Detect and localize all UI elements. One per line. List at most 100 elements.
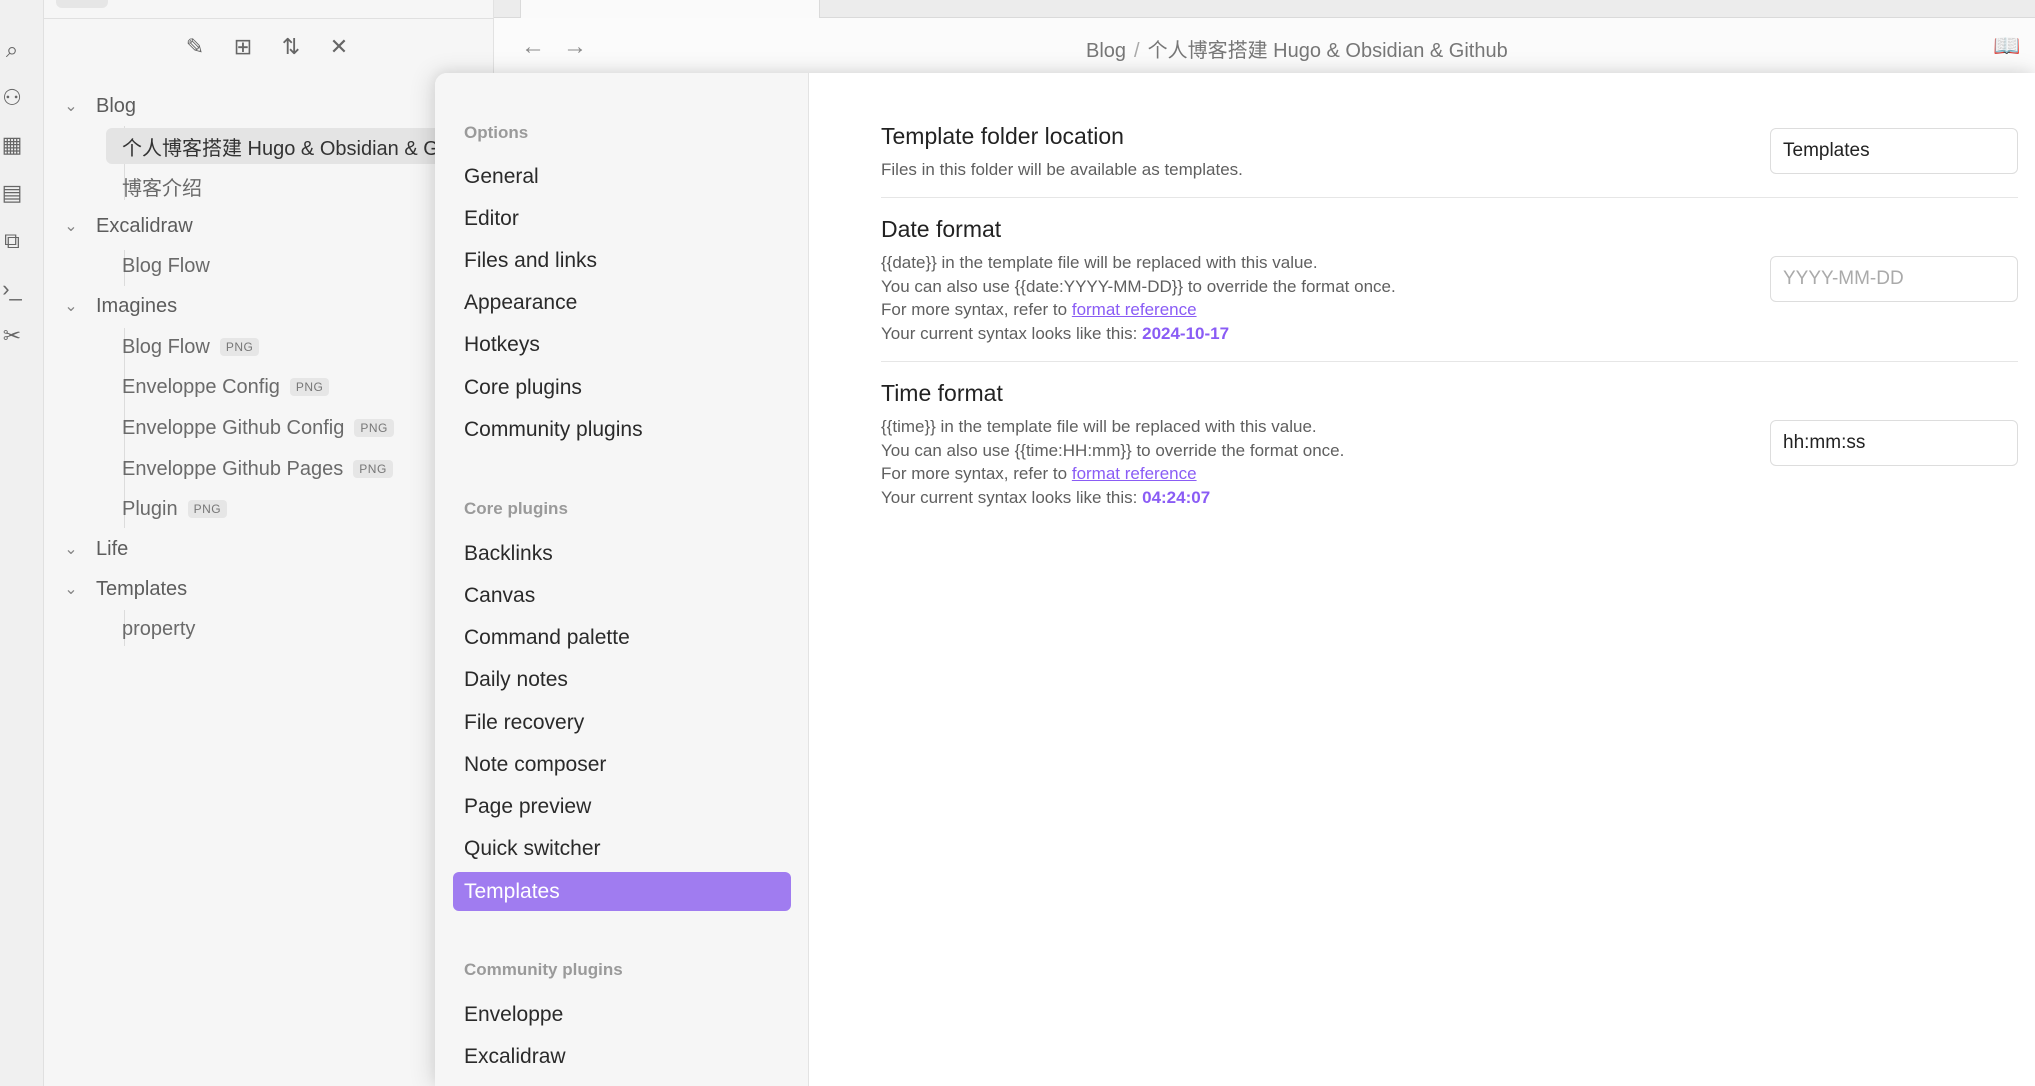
nav-item-enveloppe[interactable]: Enveloppe xyxy=(453,995,791,1034)
template-folder-input[interactable] xyxy=(1770,128,2018,174)
file-type-badge: PNG xyxy=(354,419,394,437)
file-type-badge: PNG xyxy=(187,500,228,518)
description-line: Your current syntax looks like this: 202… xyxy=(881,322,2018,346)
file-item[interactable]: Plugin PNG xyxy=(122,491,228,527)
description-line: Your current syntax looks like this: 04:… xyxy=(881,486,2018,510)
explorer-top-tab[interactable] xyxy=(56,0,108,8)
file-type-badge: PNG xyxy=(289,378,330,396)
nav-item-community-plugins[interactable]: Community plugins xyxy=(453,410,791,449)
time-preview: 04:24:07 xyxy=(1142,487,1211,507)
file-label: Plugin xyxy=(122,497,178,520)
sort-icon[interactable]: ⇅ xyxy=(278,34,304,60)
nav-item-file-recovery[interactable]: File recovery xyxy=(453,703,791,742)
file-label: Enveloppe Github Config xyxy=(122,416,345,439)
nav-group-title: Community plugins xyxy=(464,960,623,979)
nav-item-templates[interactable]: Templates xyxy=(453,872,791,911)
nav-item-core-plugins[interactable]: Core plugins xyxy=(453,368,791,407)
chevron-down-icon: ⌄ xyxy=(64,298,78,315)
explorer-actions: ✎ ⊞ ⇅ ✕ xyxy=(182,34,352,60)
nav-item-backlinks[interactable]: Backlinks xyxy=(453,534,791,573)
nav-item-note-composer[interactable]: Note composer xyxy=(453,745,791,784)
editor-tab[interactable] xyxy=(520,0,820,18)
nav-item-daily-notes[interactable]: Daily notes xyxy=(453,660,791,699)
file-item[interactable]: property xyxy=(122,611,195,647)
copy-files-icon[interactable]: ⧉ xyxy=(0,227,24,255)
format-reference-link[interactable]: format reference xyxy=(1072,464,1197,483)
nav-item-files-and-links[interactable]: Files and links xyxy=(453,241,791,280)
folder-life[interactable]: ⌄ Life xyxy=(60,531,128,567)
setting-name: Time format xyxy=(881,380,1003,406)
folder-label: Templates xyxy=(96,577,188,600)
file-type-badge: PNG xyxy=(353,460,393,478)
settings-modal: Options General Editor Files and links A… xyxy=(435,73,2035,1086)
file-label: Enveloppe Github Pages xyxy=(122,457,344,480)
file-item[interactable]: Blog Flow xyxy=(122,248,210,284)
setting-date-format: Date format {{date}} in the template fil… xyxy=(881,216,2018,362)
nav-group-title: Core plugins xyxy=(464,499,568,518)
nav-item-command-palette[interactable]: Command palette xyxy=(453,618,791,657)
setting-template-folder: Template folder location Files in this f… xyxy=(881,123,2018,198)
nav-item-general[interactable]: General xyxy=(453,157,791,196)
file-item[interactable]: 博客介绍 xyxy=(122,168,202,204)
forward-arrow-icon[interactable]: → xyxy=(560,32,590,62)
left-ribbon: ⌕ ⚇ ▦ ▤ ⧉ ›_ ✂ xyxy=(0,0,44,1086)
new-folder-icon[interactable]: ⊞ xyxy=(230,34,256,60)
file-item[interactable]: Enveloppe Github Pages PNG xyxy=(122,451,393,487)
chevron-down-icon: ⌄ xyxy=(64,218,78,235)
file-label: 博客介绍 xyxy=(122,177,202,200)
folder-label: Imagines xyxy=(96,294,178,317)
nav-item-editor[interactable]: Editor xyxy=(453,199,791,238)
collapse-all-icon[interactable]: ✕ xyxy=(326,34,352,60)
folder-blog[interactable]: ⌄ Blog xyxy=(60,88,136,124)
nav-item-page-preview[interactable]: Page preview xyxy=(453,787,791,826)
file-label: 个人博客搭建 Hugo & Obsidian & G xyxy=(122,137,439,160)
tab-bar xyxy=(494,0,2035,18)
new-note-icon[interactable]: ✎ xyxy=(182,34,208,60)
file-label: property xyxy=(122,617,196,640)
folder-label: Life xyxy=(96,537,129,560)
chevron-down-icon: ⌄ xyxy=(64,581,78,598)
nav-item-canvas[interactable]: Canvas xyxy=(453,576,791,615)
nav-item-hotkeys[interactable]: Hotkeys xyxy=(453,325,791,364)
breadcrumb-current[interactable]: 个人博客搭建 Hugo & Obsidian & Github xyxy=(1148,40,1508,62)
breadcrumb-separator: / xyxy=(1134,40,1140,62)
description-text: Your current syntax looks like this: xyxy=(881,487,1143,507)
book-open-icon[interactable]: 📖 xyxy=(1993,32,2021,60)
time-format-input[interactable] xyxy=(1770,420,2018,466)
file-item[interactable]: Enveloppe Config PNG xyxy=(122,369,330,405)
nav-item-appearance[interactable]: Appearance xyxy=(453,283,791,322)
setting-name: Date format xyxy=(881,216,1002,242)
folder-label: Blog xyxy=(96,94,137,117)
date-preview: 2024-10-17 xyxy=(1142,323,1230,343)
file-search-icon[interactable]: ⌕ xyxy=(0,36,24,64)
nav-group-title: Options xyxy=(464,123,529,142)
breadcrumb: Blog / 个人博客搭建 Hugo & Obsidian & Github xyxy=(1086,34,1508,63)
graph-icon[interactable]: ⚇ xyxy=(0,84,24,112)
breadcrumb-parent[interactable]: Blog xyxy=(1086,40,1126,62)
layout-grid-icon[interactable]: ▦ xyxy=(0,131,24,159)
divider xyxy=(44,18,494,19)
back-arrow-icon[interactable]: ← xyxy=(518,32,548,62)
nav-item-excalidraw[interactable]: Excalidraw xyxy=(453,1037,791,1076)
folder-label: Excalidraw xyxy=(96,214,193,237)
description-text: For more syntax, refer to xyxy=(881,300,1072,319)
chevron-down-icon: ⌄ xyxy=(64,98,78,115)
file-item[interactable]: Blog Flow PNG xyxy=(122,329,260,365)
folder-excalidraw[interactable]: ⌄ Excalidraw xyxy=(60,208,193,244)
terminal-icon[interactable]: ›_ xyxy=(0,275,24,303)
file-item[interactable]: Enveloppe Github Config PNG xyxy=(122,410,394,446)
folder-templates[interactable]: ⌄ Templates xyxy=(60,571,187,607)
date-format-input[interactable] xyxy=(1770,256,2018,302)
folder-imagines[interactable]: ⌄ Imagines xyxy=(60,288,177,324)
file-type-badge: PNG xyxy=(219,338,260,356)
tools-icon[interactable]: ✂ xyxy=(0,322,24,350)
calendar-icon[interactable]: ▤ xyxy=(0,179,24,207)
settings-sidebar: Options General Editor Files and links A… xyxy=(435,73,809,1086)
file-label: Blog Flow xyxy=(122,254,210,277)
chevron-down-icon: ⌄ xyxy=(64,541,78,558)
format-reference-link[interactable]: format reference xyxy=(1072,300,1197,319)
file-label: Blog Flow xyxy=(122,335,210,358)
setting-time-format: Time format {{time}} in the template fil… xyxy=(881,380,2018,526)
file-explorer: ✎ ⊞ ⇅ ✕ ⌄ Blog 个人博客搭建 Hugo & Obsidian & … xyxy=(44,0,506,1086)
nav-item-quick-switcher[interactable]: Quick switcher xyxy=(453,829,791,868)
